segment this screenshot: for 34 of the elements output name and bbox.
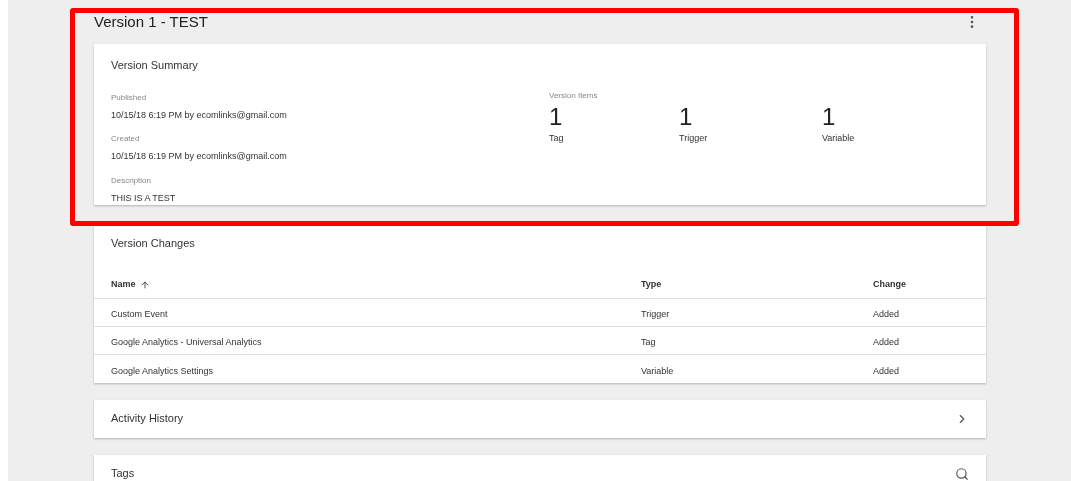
field-value: 10/15/18 6:19 PM by ecomlinks@gmail.com [111, 150, 288, 163]
item-count: 1 [679, 102, 694, 132]
version-title: Version 1 - TEST [94, 11, 208, 32]
field-value: THIS IS A TEST [111, 191, 177, 205]
sort-arrow-icon[interactable] [139, 279, 150, 290]
column-header[interactable]: Change [873, 277, 906, 292]
section-title: Tags [111, 466, 135, 481]
table-cell: Added [873, 309, 900, 319]
field-label: Version Items [549, 90, 599, 102]
item-count: 1 [549, 102, 564, 132]
item-label: Tag [549, 132, 565, 145]
field-value: 10/15/18 6:19 PM by ecomlinks@gmail.com [111, 108, 288, 122]
table-cell: Added [873, 337, 900, 347]
search-icon[interactable] [955, 466, 969, 481]
section-card[interactable]: Tags [94, 454, 986, 481]
item-count: 1 [822, 102, 837, 132]
field-label: Description [111, 174, 152, 187]
item-label: Trigger [679, 132, 709, 145]
column-header[interactable]: Type [641, 277, 662, 292]
field-label: Published [111, 91, 148, 104]
field-label: Created [111, 133, 141, 145]
column-header[interactable]: Name [111, 277, 136, 292]
table-cell: Google Analytics - Universal Analytics [111, 337, 262, 347]
card-heading: Version Changes [110, 236, 196, 251]
table-cell: Tag [641, 337, 656, 347]
table-cell: Google Analytics Settings [111, 365, 214, 376]
section-title: Activity History [111, 411, 184, 427]
table-cell: Added [873, 365, 900, 376]
item-label: Variable [822, 132, 856, 145]
table-cell: Trigger [641, 309, 670, 319]
section-card[interactable]: Activity History [94, 399, 986, 438]
card-heading: Version Summary [111, 58, 199, 73]
table-cell: Variable [641, 365, 674, 376]
table-cell: Custom Event [111, 309, 168, 319]
